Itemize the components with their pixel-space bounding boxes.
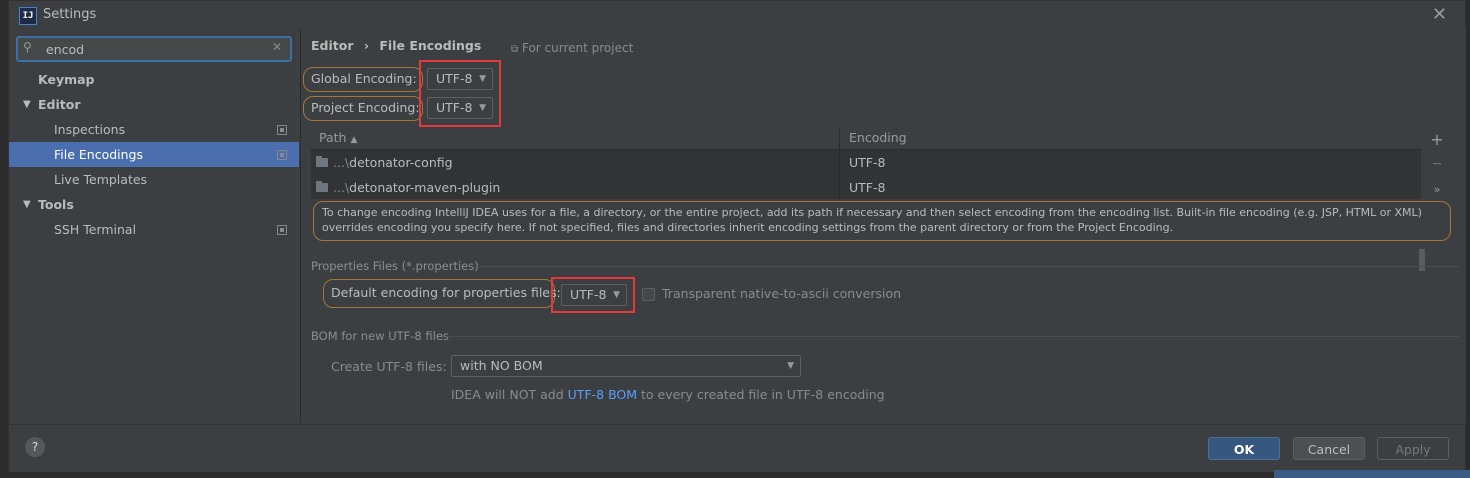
native-to-ascii-checkbox[interactable] — [642, 288, 655, 301]
project-scope-icon — [277, 150, 287, 160]
global-encoding-label: Global Encoding: — [311, 71, 417, 86]
scope-note: ⧉ For current project — [511, 41, 633, 55]
bom-note: IDEA will NOT add UTF-8 BOM to every cre… — [451, 387, 885, 402]
sidebar-item-keymap[interactable]: Keymap — [9, 67, 299, 92]
sidebar-item-ssh-terminal[interactable]: SSH Terminal — [9, 217, 299, 242]
table-scrollbar[interactable] — [1419, 249, 1425, 271]
sidebar-item-label: SSH Terminal — [54, 222, 137, 237]
module-folder-icon — [316, 181, 328, 192]
sidebar-item-editor[interactable]: ▼ Editor — [9, 92, 299, 117]
intellij-app-icon: IJ — [19, 7, 37, 25]
bom-option-combo[interactable]: with NO BOM ▼ — [451, 355, 801, 377]
section-divider — [479, 266, 1459, 267]
row-path: ...\detonator-maven-plugin — [333, 180, 501, 195]
project-encoding-label: Project Encoding: — [311, 100, 420, 115]
red-highlight-box — [419, 60, 501, 127]
table-header: Path ▲ Encoding — [311, 127, 1421, 150]
project-scope-icon: ⧉ — [511, 44, 519, 55]
create-utf8-label: Create UTF-8 files: — [331, 359, 447, 374]
expand-arrow-icon[interactable]: ▼ — [23, 192, 31, 217]
encoding-info-text: To change encoding IntelliJ IDEA uses fo… — [313, 201, 1451, 241]
sidebar-item-label: Editor — [38, 97, 81, 112]
close-icon[interactable]: ✕ — [1432, 4, 1447, 25]
background-window-strip — [1274, 470, 1470, 478]
clear-search-icon[interactable]: ✕ — [272, 40, 282, 54]
table-toolbar: + — » — [1425, 127, 1449, 202]
path-encoding-table: Path ▲ Encoding ...\detonator-config UTF… — [311, 127, 1425, 271]
sidebar-item-label: Tools — [38, 197, 74, 212]
title-bar: IJ Settings ✕ — [9, 1, 1465, 29]
properties-encoding-label: Default encoding for properties files: — [331, 285, 561, 300]
search-input[interactable] — [46, 40, 261, 58]
project-scope-icon — [277, 225, 287, 235]
breadcrumb-parent[interactable]: Editor — [311, 38, 354, 53]
sidebar-item-label: File Encodings — [54, 147, 144, 162]
search-icon: ⚲ — [23, 40, 32, 54]
settings-search[interactable]: ⚲ ✕ — [16, 36, 292, 62]
breadcrumb-current: File Encodings — [379, 38, 482, 53]
utf8-bom-link[interactable]: UTF-8 BOM — [568, 387, 637, 402]
ok-button[interactable]: OK — [1208, 437, 1280, 460]
window-title: Settings — [43, 7, 97, 22]
native-to-ascii-label[interactable]: Transparent native-to-ascii conversion — [662, 286, 901, 301]
properties-section-title: Properties Files (*.properties) — [311, 259, 479, 273]
sidebar-item-live-templates[interactable]: Live Templates — [9, 167, 299, 192]
sidebar-item-label: Inspections — [54, 122, 126, 137]
sidebar-item-label: Live Templates — [54, 172, 148, 187]
row-path: ...\detonator-config — [333, 155, 453, 170]
more-actions-icon[interactable]: » — [1425, 177, 1449, 202]
help-icon[interactable]: ? — [25, 437, 45, 457]
sidebar-item-label: Keymap — [38, 72, 95, 87]
settings-dialog: IJ Settings ✕ ⚲ ✕ Keymap ▼ Editor Inspec… — [8, 0, 1466, 472]
bom-section-title: BOM for new UTF-8 files — [311, 329, 449, 343]
apply-button[interactable]: Apply — [1377, 437, 1449, 460]
dialog-button-bar: ? OK Cancel Apply — [9, 424, 1465, 472]
section-divider — [446, 336, 1459, 337]
breadcrumb: Editor › File Encodings — [311, 38, 481, 53]
sidebar-item-tools[interactable]: ▼ Tools — [9, 192, 299, 217]
row-encoding[interactable]: UTF-8 — [849, 175, 885, 200]
cancel-button[interactable]: Cancel — [1293, 437, 1365, 460]
module-folder-icon — [316, 156, 328, 167]
table-row[interactable]: ...\detonator-maven-plugin UTF-8 — [311, 175, 1421, 200]
table-row[interactable]: ...\detonator-config UTF-8 — [311, 150, 1421, 175]
settings-sidebar: ⚲ ✕ Keymap ▼ Editor Inspections File Enc… — [9, 29, 299, 423]
remove-icon[interactable]: — — [1425, 152, 1449, 177]
combo-value: with NO BOM — [460, 358, 543, 373]
scope-label: For current project — [521, 41, 634, 55]
settings-content: Editor › File Encodings ⧉ For current pr… — [300, 29, 1466, 423]
breadcrumb-separator: › — [363, 38, 370, 53]
column-header-path[interactable]: Path ▲ — [319, 130, 357, 145]
sidebar-item-file-encodings[interactable]: File Encodings — [9, 142, 299, 167]
sidebar-item-inspections[interactable]: Inspections — [9, 117, 299, 142]
expand-arrow-icon[interactable]: ▼ — [23, 92, 31, 117]
add-icon[interactable]: + — [1425, 127, 1449, 152]
project-scope-icon — [277, 125, 287, 135]
sort-ascending-icon: ▲ — [350, 135, 358, 145]
row-encoding[interactable]: UTF-8 — [849, 150, 885, 175]
dropdown-arrow-icon: ▼ — [787, 361, 794, 371]
red-highlight-box — [551, 277, 635, 313]
column-header-encoding[interactable]: Encoding — [849, 130, 907, 145]
